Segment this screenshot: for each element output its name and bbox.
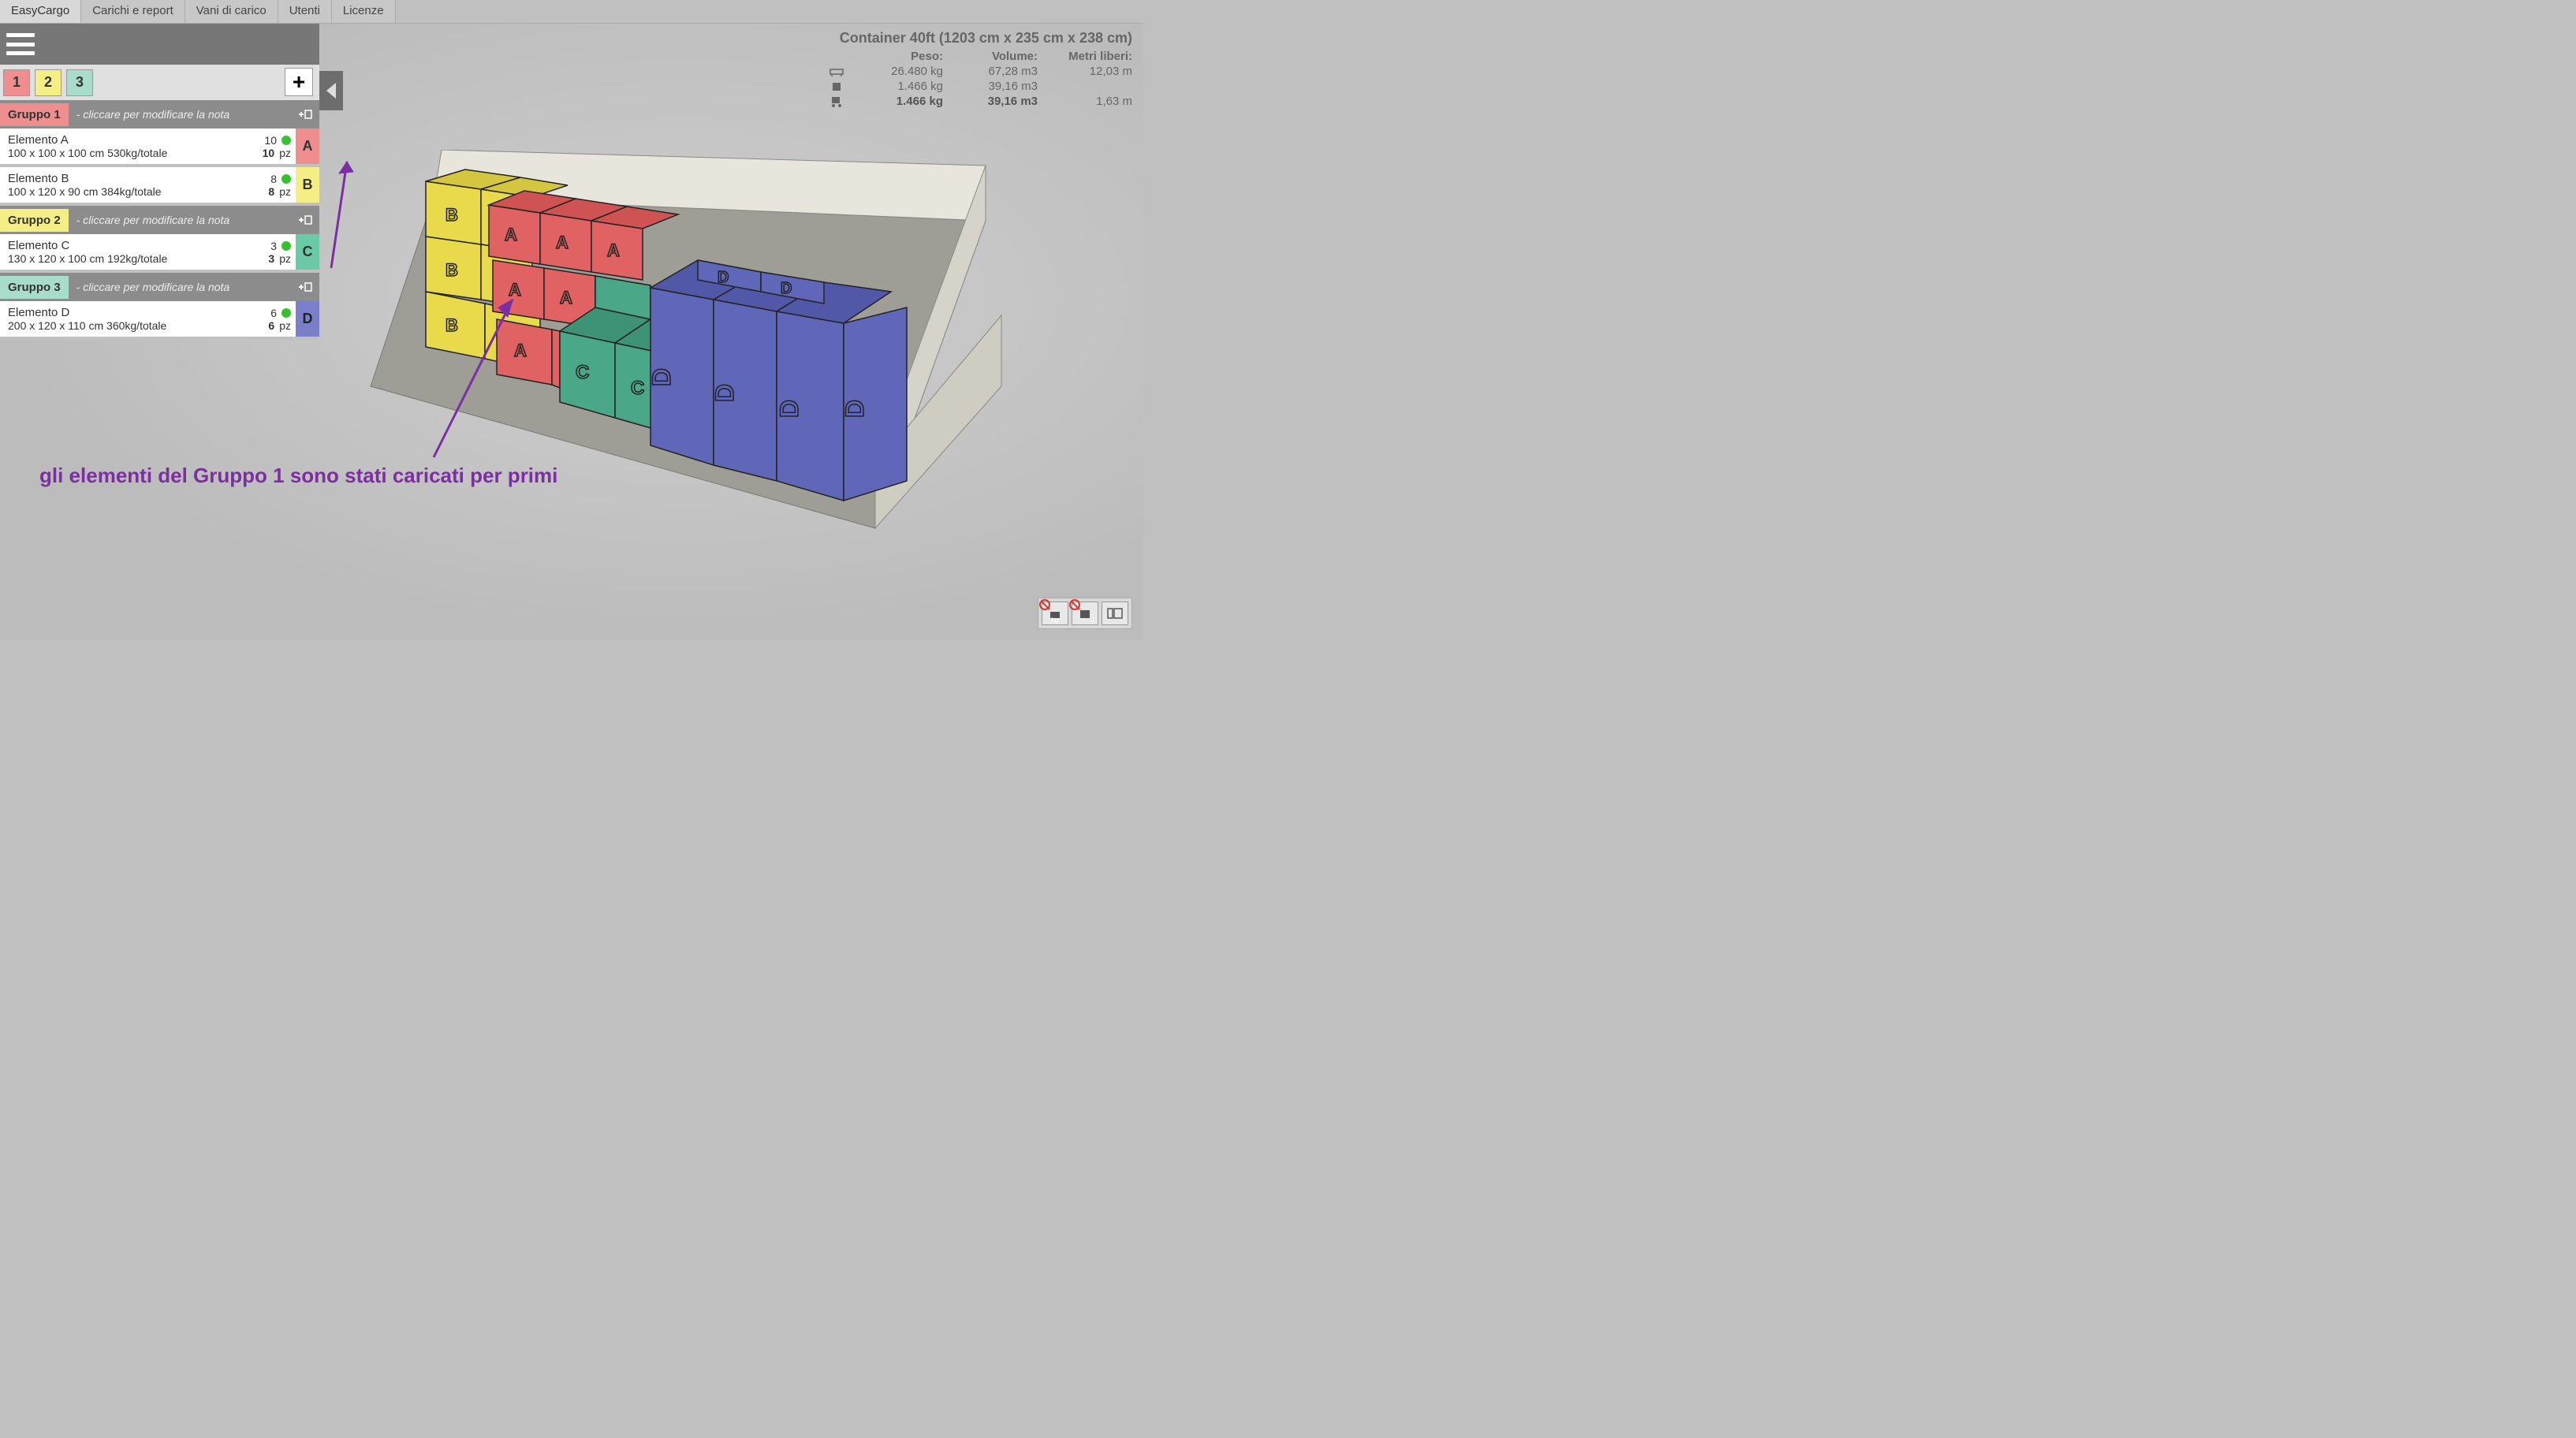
group-1-header[interactable]: Gruppo 1 - cliccare per modificare la no… [0, 100, 319, 129]
group-3-label: Gruppo 3 [0, 276, 69, 299]
info-metri-1: 12,03 m [1053, 65, 1132, 78]
group-2-header[interactable]: Gruppo 2 - cliccare per modificare la no… [0, 206, 319, 234]
item-name: Elemento A [8, 133, 240, 147]
status-dot-icon [281, 174, 291, 184]
hamburger-icon[interactable] [6, 33, 35, 55]
item-name: Elemento D [8, 306, 240, 319]
status-dot-icon [281, 136, 291, 145]
item-name: Elemento B [8, 172, 240, 185]
collapse-sidebar-button[interactable] [319, 71, 343, 110]
cart-icon [825, 95, 848, 108]
add-to-group-icon[interactable] [291, 100, 319, 129]
status-dot-icon [281, 241, 291, 251]
item-letter-b: B [296, 167, 319, 203]
header-peso: Peso: [864, 50, 943, 63]
item-dims: 100 x 120 x 90 cm 384kg/totale [8, 185, 240, 198]
item-row-a[interactable]: Elemento A 100 x 100 x 100 cm 530kg/tota… [0, 129, 319, 167]
item-counts: 3 3pz [248, 234, 296, 270]
info-metri-3: 1,63 m [1053, 95, 1132, 108]
tab-2[interactable]: 2 [35, 69, 62, 96]
add-to-group-icon[interactable] [291, 273, 319, 301]
disabled-icon [1039, 599, 1050, 610]
svg-text:D: D [647, 368, 676, 386]
svg-text:D: D [710, 384, 739, 402]
header-metri: Metri liberi: [1053, 50, 1132, 63]
annotation-arrow-1 [323, 150, 363, 276]
item-row-b[interactable]: Elemento B 100 x 120 x 90 cm 384kg/total… [0, 167, 319, 206]
svg-text:D: D [781, 280, 792, 297]
container-title: Container 40ft (1203 cm x 235 cm x 238 c… [825, 30, 1132, 47]
svg-text:A: A [611, 296, 624, 315]
info-vol-3: 39,16 m3 [959, 95, 1038, 108]
tab-3[interactable]: 3 [66, 69, 93, 96]
svg-text:B: B [497, 213, 509, 233]
nav-utenti[interactable]: Utenti [278, 0, 332, 23]
svg-text:A: A [556, 233, 569, 252]
group-2-note[interactable]: - cliccare per modificare la nota [69, 214, 291, 226]
annotation-arrow-2 [426, 284, 528, 465]
info-vol-1: 67,28 m3 [959, 65, 1038, 78]
label-toggle-button[interactable]: T [1072, 602, 1098, 625]
svg-text:A: A [607, 240, 620, 260]
add-to-group-icon[interactable] [291, 206, 319, 234]
svg-text:C: C [576, 362, 589, 383]
item-dims: 130 x 120 x 100 cm 192kg/totale [8, 252, 240, 265]
svg-text:A: A [560, 288, 572, 307]
item-dims: 100 x 100 x 100 cm 530kg/totale [8, 147, 240, 159]
group-3-header[interactable]: Gruppo 3 - cliccare per modificare la no… [0, 273, 319, 301]
svg-text:A: A [505, 225, 517, 244]
item-letter-c: C [296, 234, 319, 270]
info-peso-2: 1.466 kg [864, 80, 943, 93]
top-nav: EasyCargo Carichi e report Vani di caric… [0, 0, 1143, 24]
status-dot-icon [281, 308, 291, 318]
tab-1[interactable]: 1 [3, 69, 30, 96]
svg-text:B: B [445, 260, 458, 280]
header-volume: Volume: [959, 50, 1038, 63]
item-row-c[interactable]: Elemento C 130 x 120 x 100 cm 192kg/tota… [0, 234, 319, 273]
item-name: Elemento C [8, 239, 240, 252]
item-row-d[interactable]: Elemento D 200 x 120 x 110 cm 360kg/tota… [0, 301, 319, 340]
layout-view-button[interactable] [1102, 602, 1128, 625]
info-peso-1: 26.480 kg [864, 65, 943, 78]
svg-text:B: B [445, 205, 458, 225]
svg-text:D: D [841, 400, 869, 418]
info-vol-2: 39,16 m3 [959, 80, 1038, 93]
info-peso-3: 1.466 kg [864, 95, 943, 108]
item-letter-d: D [296, 301, 319, 337]
nav-licenze[interactable]: Licenze [332, 0, 396, 23]
group-1-note[interactable]: - cliccare per modificare la nota [69, 108, 291, 121]
view-tabs: 1 2 3 + [0, 65, 319, 100]
container-info-panel: Container 40ft (1203 cm x 235 cm x 238 c… [825, 30, 1132, 108]
item-dims: 200 x 120 x 110 cm 360kg/totale [8, 319, 240, 332]
solid-icon [825, 80, 848, 93]
group-1-label: Gruppo 1 [0, 103, 69, 126]
add-tab-button[interactable]: + [285, 68, 313, 96]
container-icon [825, 65, 848, 78]
nav-carichi[interactable]: Carichi e report [81, 0, 185, 23]
disabled-icon [1069, 599, 1080, 610]
view-toolbar: kg T [1038, 598, 1132, 629]
info-metri-2 [1053, 80, 1132, 93]
group-2-label: Gruppo 2 [0, 209, 69, 232]
brand: EasyCargo [0, 0, 81, 23]
item-counts: 10 10pz [248, 129, 296, 164]
item-letter-a: A [296, 129, 319, 164]
annotation-text: gli elementi del Gruppo 1 sono stati car… [39, 464, 557, 488]
sidebar-topbar [0, 24, 319, 65]
svg-text:C: C [631, 378, 644, 399]
chevron-left-icon [326, 83, 336, 99]
group-3-note[interactable]: - cliccare per modificare la nota [69, 281, 291, 293]
svg-text:D: D [775, 400, 803, 418]
item-counts: 8 8pz [248, 167, 296, 203]
sidebar: 1 2 3 + Gruppo 1 - cliccare per modifica… [0, 24, 319, 340]
item-counts: 6 6pz [248, 301, 296, 337]
nav-vani[interactable]: Vani di carico [185, 0, 278, 23]
svg-text:D: D [718, 269, 729, 286]
weight-toggle-button[interactable]: kg [1042, 602, 1068, 625]
